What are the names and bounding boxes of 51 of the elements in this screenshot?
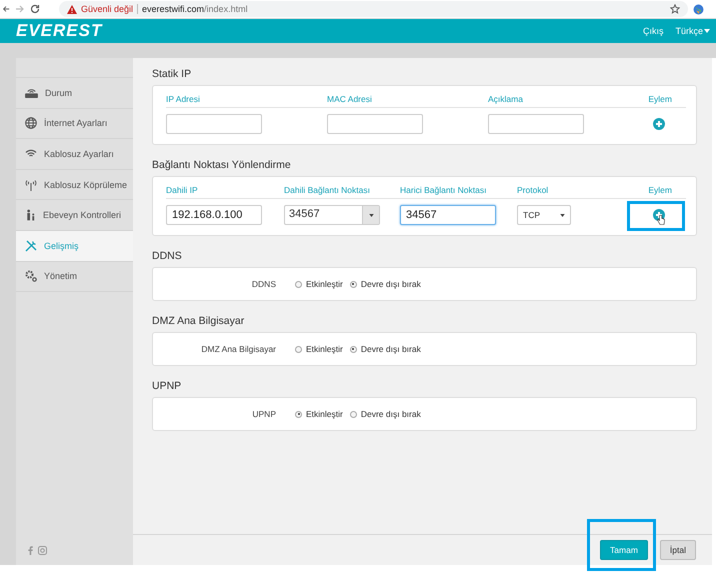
- setting-label: UPNP: [251, 409, 277, 419]
- column-header: Eylem: [647, 185, 673, 195]
- section-title: DDNS: [152, 250, 183, 261]
- forward-icon[interactable]: [15, 4, 25, 14]
- radio-option[interactable]: Etkinleştir: [295, 344, 343, 354]
- radio-option[interactable]: Devre dışı bırak: [350, 409, 421, 419]
- column-header: Açıklama: [488, 94, 524, 104]
- input-field[interactable]: [166, 114, 262, 134]
- address-bar[interactable]: everestwifi.com/index.html: [142, 4, 666, 14]
- port-combobox[interactable]: 34567: [284, 205, 380, 225]
- facebook-icon[interactable]: [28, 546, 33, 555]
- antenna-icon: [25, 178, 37, 191]
- radio-option[interactable]: Devre dışı bırak: [350, 344, 421, 354]
- globe-icon: [25, 117, 37, 130]
- section-title: Bağlantı Noktası Yönlendirme: [152, 159, 292, 170]
- footer-button[interactable]: İptal: [660, 540, 696, 560]
- input-field[interactable]: 34567: [400, 205, 496, 225]
- warning-icon: [67, 4, 77, 14]
- column-header: IP Adresi: [166, 94, 201, 104]
- security-warning: Güvenli değil: [81, 4, 134, 14]
- radio-option[interactable]: Etkinleştir: [295, 279, 343, 289]
- star-icon[interactable]: [670, 4, 680, 14]
- router-icon: [25, 87, 38, 98]
- camera-icon[interactable]: [38, 546, 47, 555]
- setting-label: DMZ Ana Bilgisayar: [200, 344, 277, 354]
- reload-icon[interactable]: [30, 4, 40, 14]
- column-header: Protokol: [517, 185, 550, 195]
- logo: EVEREST: [16, 21, 102, 41]
- section-title: Statik IP: [152, 68, 192, 79]
- globe-icon[interactable]: [693, 4, 704, 14]
- column-header: Harici Bağlantı Noktası: [400, 185, 488, 195]
- setting-label: DDNS: [250, 279, 277, 289]
- input-field[interactable]: 192.168.0.100: [166, 205, 262, 225]
- back-icon[interactable]: [2, 4, 10, 14]
- column-header: Dahili IP: [166, 185, 199, 195]
- column-header: Dahili Bağlantı Noktası: [284, 185, 371, 195]
- section-title: UPNP: [152, 380, 182, 391]
- wifi-icon: [25, 149, 37, 158]
- input-field[interactable]: [488, 114, 584, 134]
- input-field[interactable]: [327, 114, 423, 134]
- protocol-select[interactable]: TCP: [517, 205, 571, 225]
- caret-icon: [368, 214, 374, 216]
- caret-icon: [560, 214, 565, 216]
- column-header: Eylem: [647, 94, 673, 104]
- caret-icon: [704, 29, 710, 33]
- radio-option[interactable]: Devre dışı bırak: [350, 279, 421, 289]
- radio-option[interactable]: Etkinleştir: [295, 409, 343, 419]
- hand-cursor-icon: [657, 215, 665, 225]
- section-title: DMZ Ana Bilgisayar: [152, 315, 246, 326]
- column-header: MAC Adresi: [327, 94, 373, 104]
- tools-icon: [25, 240, 37, 252]
